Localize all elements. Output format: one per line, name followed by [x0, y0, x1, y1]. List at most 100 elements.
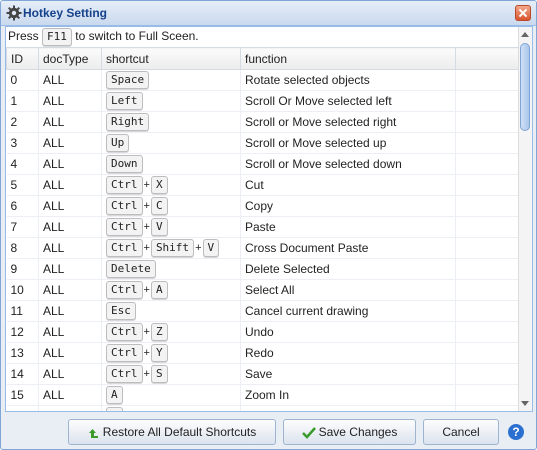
vertical-scrollbar[interactable] — [518, 27, 532, 411]
shortcut-key[interactable]: A — [106, 386, 123, 404]
row-extra — [455, 342, 519, 364]
row-doctype: ALL — [38, 237, 102, 259]
table-row[interactable]: 10 ALL Ctrl + A Select All — [6, 279, 519, 301]
scroll-up-icon[interactable] — [521, 32, 529, 37]
scroll-down-icon[interactable] — [521, 401, 529, 406]
column-header-id[interactable]: ID — [6, 47, 39, 70]
row-shortcut[interactable]: Right — [101, 111, 241, 133]
shortcut-key[interactable]: A — [150, 281, 168, 299]
row-shortcut[interactable]: Esc — [101, 300, 241, 322]
row-extra — [455, 195, 519, 217]
shortcut-key[interactable]: Up — [106, 134, 130, 152]
row-extra — [455, 300, 519, 322]
shortcut-key[interactable]: Ctrl — [106, 239, 143, 257]
row-function: Delete Selected — [240, 258, 456, 280]
shortcut-key[interactable]: S — [150, 365, 168, 383]
row-shortcut[interactable]: Space — [101, 69, 241, 91]
shortcut-key[interactable]: Z — [150, 323, 168, 341]
table-row[interactable]: 6 ALL Ctrl + C Copy — [6, 195, 519, 217]
shortcut-key[interactable]: Ctrl — [106, 365, 143, 383]
shortcut-key[interactable]: Ctrl — [106, 218, 143, 236]
row-shortcut[interactable]: Left — [101, 90, 241, 112]
table-row[interactable]: 4 ALL Down Scroll or Move selected down — [6, 153, 519, 175]
table-row[interactable]: 1 ALL Left Scroll Or Move selected left — [6, 90, 519, 112]
help-icon[interactable]: ? — [508, 424, 524, 440]
row-shortcut[interactable]: Delete — [101, 258, 241, 280]
table-row[interactable]: 16ALL Z Zoom Out — [6, 405, 519, 411]
fullscreen-hint: Press F11 to switch to Full Sceen. — [8, 27, 199, 46]
row-extra — [455, 258, 519, 280]
table-row[interactable]: 15 ALL A Zoom In — [6, 384, 519, 406]
cancel-button[interactable]: Cancel — [423, 419, 499, 445]
row-shortcut[interactable]: Ctrl + Shift + V — [101, 237, 241, 259]
shortcut-key[interactable]: Y — [150, 344, 168, 362]
shortcut-key[interactable]: Right — [106, 113, 150, 131]
table-row[interactable]: 5 ALL Ctrl + X Cut — [6, 174, 519, 196]
table-row[interactable]: 11 ALL Esc Cancel current drawing — [6, 300, 519, 322]
table-row[interactable]: 0 ALL Space Rotate selected objects — [6, 69, 519, 91]
row-doctype: ALL — [38, 153, 102, 175]
shortcut-key[interactable]: Shift — [150, 239, 195, 257]
table-row[interactable]: 7 ALL Ctrl + V Paste — [6, 216, 519, 238]
table-row[interactable]: 13 ALL Ctrl + Y Redo — [6, 342, 519, 364]
shortcut-key[interactable]: Down — [106, 155, 143, 173]
shortcut-key[interactable]: Ctrl — [106, 176, 143, 194]
shortcut-key[interactable]: Ctrl — [106, 197, 143, 215]
shortcut-key[interactable]: Z — [106, 407, 123, 411]
column-header-doctype[interactable]: docType — [38, 47, 102, 70]
row-function: Undo — [240, 321, 456, 343]
table-row[interactable]: 12 ALL Ctrl + Z Undo — [6, 321, 519, 343]
row-doctype: ALL — [38, 384, 102, 406]
row-function: Save — [240, 363, 456, 385]
table-row[interactable]: 14 ALL Ctrl + S Save — [6, 363, 519, 385]
row-shortcut[interactable]: Ctrl + A — [101, 279, 241, 301]
save-changes-button[interactable]: Save Changes — [283, 419, 416, 445]
row-shortcut[interactable]: Ctrl + S — [101, 363, 241, 385]
shortcut-key[interactable]: Esc — [106, 302, 136, 320]
shortcut-key[interactable]: X — [150, 176, 168, 194]
column-header-function[interactable]: function — [240, 47, 456, 70]
row-shortcut[interactable]: Ctrl + C — [101, 195, 241, 217]
row-function: Paste — [240, 216, 456, 238]
shortcut-key[interactable]: Ctrl — [106, 281, 143, 299]
table-row[interactable]: 9 ALL Delete Delete Selected — [6, 258, 519, 280]
row-extra — [455, 363, 519, 385]
scrollbar-thumb[interactable] — [520, 43, 530, 131]
shortcut-key[interactable]: Space — [106, 71, 150, 89]
row-shortcut[interactable]: Z — [101, 405, 241, 411]
save-changes-label: Save Changes — [318, 425, 398, 439]
shortcut-key[interactable]: Ctrl — [106, 344, 143, 362]
row-extra — [455, 321, 519, 343]
shortcut-key[interactable]: V — [202, 239, 220, 257]
row-shortcut[interactable]: Ctrl + X — [101, 174, 241, 196]
title-bar[interactable]: Hotkey Setting — [1, 1, 536, 26]
row-doctype: ALL — [38, 363, 102, 385]
row-shortcut[interactable]: A — [101, 384, 241, 406]
table-row[interactable]: 2 ALL Right Scroll or Move selected right — [6, 111, 519, 133]
row-shortcut[interactable]: Ctrl + Z — [101, 321, 241, 343]
row-id: 14 — [6, 363, 39, 385]
restore-defaults-button[interactable]: Restore All Default Shortcuts — [68, 419, 276, 445]
row-extra — [455, 237, 519, 259]
shortcut-key[interactable]: Ctrl — [106, 323, 143, 341]
row-doctype: ALL — [38, 300, 102, 322]
column-header-shortcut[interactable]: shortcut — [101, 47, 241, 70]
shortcut-key[interactable]: C — [150, 197, 168, 215]
row-shortcut[interactable]: Ctrl + Y — [101, 342, 241, 364]
row-id: 5 — [6, 174, 39, 196]
close-icon[interactable] — [515, 5, 531, 21]
row-extra — [455, 69, 519, 91]
row-shortcut[interactable]: Ctrl + V — [101, 216, 241, 238]
row-shortcut[interactable]: Up — [101, 132, 241, 154]
table-row[interactable]: 3 ALL Up Scroll or Move selected up — [6, 132, 519, 154]
shortcut-key[interactable]: V — [150, 218, 168, 236]
shortcut-key[interactable]: Delete — [106, 260, 156, 278]
key-plus: + — [143, 326, 150, 339]
table-row[interactable]: 8 ALL Ctrl + Shift + V Cross Document Paste — [6, 237, 519, 259]
row-function: Scroll or Move selected down — [240, 153, 456, 175]
shortcut-key[interactable]: Left — [106, 92, 143, 110]
row-function: Cross Document Paste — [240, 237, 456, 259]
key-plus: + — [195, 242, 202, 255]
row-shortcut[interactable]: Down — [101, 153, 241, 175]
row-doctype: ALL — [38, 216, 102, 238]
